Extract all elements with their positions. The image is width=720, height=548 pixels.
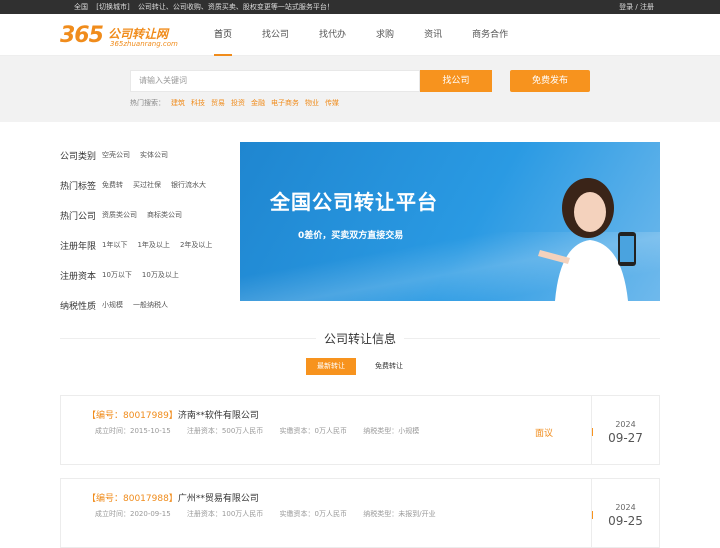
- filter-option[interactable]: 空壳公司: [102, 150, 130, 160]
- filter-option[interactable]: 资质类公司: [102, 210, 137, 220]
- filter-label: 热门标签: [60, 181, 97, 192]
- listing-date: 2024 09-25: [591, 479, 659, 547]
- nav-buy-request[interactable]: 求购: [376, 14, 394, 56]
- hot-link[interactable]: 传媒: [325, 99, 339, 107]
- banner-person-illustration: [538, 178, 636, 301]
- search-input[interactable]: 请输入关键词: [130, 70, 420, 92]
- filter-panel: 公司类别 空壳公司 实体公司 热门标签 免费转 买过社保 银行流水大 热门公司 …: [60, 140, 230, 320]
- filter-label: 纳税性质: [60, 301, 97, 312]
- filter-row: 纳税性质 小规模 一般纳税人: [60, 290, 230, 320]
- listing-meta: 成立时间：2015-10-15 注册资本：500万人民币 实缴资本：0万人民币 …: [95, 426, 433, 436]
- free-publish-button[interactable]: 免费发布: [510, 70, 590, 92]
- listing-month-day: 09-27: [608, 431, 643, 445]
- main-nav: 首页 找公司 找代办 求购 资讯 商务合作: [214, 14, 538, 56]
- filter-label: 公司类别: [60, 151, 97, 162]
- filter-option[interactable]: 10万及以上: [142, 270, 179, 280]
- hot-link[interactable]: 物业: [305, 99, 319, 107]
- search-band: 请输入关键词 找公司 免费发布 热门搜索： 建筑 科技 贸易 投资 金融 电子商务 物业 传媒: [0, 56, 720, 122]
- listing-price: 面议: [535, 429, 554, 439]
- listing-paid-capital: 实缴资本：0万人民币: [279, 427, 347, 435]
- listing-reg-capital: 注册资本：100万人民币: [186, 510, 264, 518]
- nav-find-company[interactable]: 找公司: [262, 14, 289, 56]
- listing-code: 【编号：80017988】: [87, 494, 178, 504]
- listing-meta: 成立时间：2020-09-15 注册资本：100万人民币 实缴资本：0万人民币 …: [95, 509, 450, 519]
- section-title: 公司转让信息: [0, 330, 720, 347]
- filter-row: 注册资本 10万以下 10万及以上: [60, 260, 230, 290]
- carousel-dots: [444, 290, 458, 301]
- filter-row: 热门标签 免费转 买过社保 银行流水大: [60, 170, 230, 200]
- tab-free[interactable]: 免费转让: [364, 358, 414, 375]
- filter-option[interactable]: 1年及以上: [137, 240, 169, 250]
- hot-link[interactable]: 贸易: [211, 99, 225, 107]
- hot-search-label: 热门搜索：: [130, 99, 165, 107]
- hot-link[interactable]: 投资: [231, 99, 245, 107]
- filter-option[interactable]: 一般纳税人: [133, 300, 168, 310]
- site-logo[interactable]: 365 公司转让网 365zhuanrang.com: [60, 24, 180, 50]
- nav-find-agent[interactable]: 找代办: [319, 14, 346, 56]
- hot-link[interactable]: 金融: [251, 99, 265, 107]
- nav-news[interactable]: 资讯: [424, 14, 442, 56]
- listing-founded: 成立时间：2020-09-15: [95, 510, 171, 518]
- listing-code: 【编号：80017989】: [87, 411, 178, 421]
- filter-option[interactable]: 免费转: [102, 180, 123, 190]
- logo-number: 365: [60, 23, 104, 48]
- listing-title: 【编号：80017988】广州**贸易有限公司: [87, 491, 259, 504]
- hot-search: 热门搜索： 建筑 科技 贸易 投资 金融 电子商务 物业 传媒: [130, 98, 339, 108]
- listing-card[interactable]: 【编号：80017988】广州**贸易有限公司 成立时间：2020-09-15 …: [60, 478, 660, 548]
- slogan: 公司转让、公司收购、资质买卖、股权变更等一站式服务平台！: [137, 3, 334, 11]
- login-link[interactable]: 登录: [619, 3, 633, 11]
- top-bar: 全国 [切换城市] 公司转让、公司收购、资质买卖、股权变更等一站式服务平台！ 登…: [0, 0, 720, 14]
- listing-year: 2024: [615, 420, 636, 429]
- banner-subtitle: 0差价，买卖双方直接交易: [298, 231, 404, 241]
- filter-label: 热门公司: [60, 211, 97, 222]
- filter-option[interactable]: 商标类公司: [147, 210, 182, 220]
- promo-banner[interactable]: 全国公司转让平台 0差价，买卖双方直接交易: [240, 142, 660, 301]
- listing-name[interactable]: 广州**贸易有限公司: [178, 494, 259, 504]
- filter-row: 注册年限 1年以下 1年及以上 2年及以上: [60, 230, 230, 260]
- region-label: 全国: [74, 3, 88, 11]
- listing-date: 2024 09-27: [591, 396, 659, 464]
- filter-row: 热门公司 资质类公司 商标类公司: [60, 200, 230, 230]
- banner-headline: 全国公司转让平台: [270, 190, 438, 214]
- hot-link[interactable]: 建筑: [171, 99, 185, 107]
- register-link[interactable]: 注册: [640, 3, 654, 11]
- listing-title: 【编号：80017989】济南**软件有限公司: [87, 408, 259, 421]
- filter-option[interactable]: 实体公司: [140, 150, 168, 160]
- listing-year: 2024: [615, 503, 636, 512]
- listing-card[interactable]: 【编号：80017989】济南**软件有限公司 成立时间：2015-10-15 …: [60, 395, 660, 465]
- hot-link[interactable]: 科技: [191, 99, 205, 107]
- filter-option[interactable]: 银行流水大: [171, 180, 206, 190]
- filter-option[interactable]: 小规模: [102, 300, 123, 310]
- switch-city-link[interactable]: [切换城市]: [96, 3, 129, 11]
- hot-link[interactable]: 电子商务: [271, 99, 299, 107]
- filter-label: 注册年限: [60, 241, 97, 252]
- nav-business[interactable]: 商务合作: [472, 14, 508, 56]
- listing-month-day: 09-25: [608, 514, 643, 528]
- filter-row: 公司类别 空壳公司 实体公司: [60, 140, 230, 170]
- listing-tax-type: 纳税类型：小规模: [363, 427, 420, 435]
- listing-tax-type: 纳税类型：未报到/开业: [363, 510, 436, 518]
- find-company-button[interactable]: 找公司: [420, 70, 492, 92]
- header: 365 公司转让网 365zhuanrang.com 首页 找公司 找代办 求购…: [0, 14, 720, 56]
- listing-name[interactable]: 济南**软件有限公司: [178, 411, 259, 421]
- section-title-text: 公司转让信息: [315, 332, 404, 346]
- listing-founded: 成立时间：2015-10-15: [95, 427, 171, 435]
- separator: /: [635, 3, 638, 11]
- tab-latest[interactable]: 最新转让: [306, 358, 356, 375]
- logo-domain: 365zhuanrang.com: [110, 40, 178, 48]
- filter-option[interactable]: 1年以下: [102, 240, 127, 250]
- filter-option[interactable]: 买过社保: [133, 180, 161, 190]
- filter-option[interactable]: 10万以下: [102, 270, 132, 280]
- listing-reg-capital: 注册资本：500万人民币: [186, 427, 264, 435]
- filter-option[interactable]: 2年及以上: [180, 240, 212, 250]
- listing-paid-capital: 实缴资本：0万人民币: [279, 510, 347, 518]
- filter-label: 注册资本: [60, 271, 97, 282]
- nav-home[interactable]: 首页: [214, 14, 233, 56]
